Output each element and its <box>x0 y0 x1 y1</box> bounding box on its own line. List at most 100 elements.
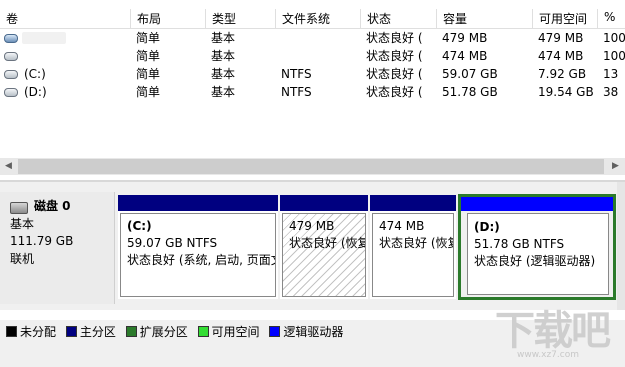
drive-icon <box>4 70 18 79</box>
column-label: 布局 <box>137 12 162 26</box>
disk-state: 联机 <box>10 251 35 266</box>
primary-partition-bar <box>370 195 456 211</box>
column-header-filesystem[interactable]: 文件系统 <box>276 9 361 29</box>
watermark-glyphs-icon: 下载吧 <box>495 308 611 354</box>
legend-label: 可用空间 <box>211 325 260 339</box>
table-row[interactable]: (C:) 简单 基本 NTFS 状态良好 ( 59.07 GB 7.92 GB … <box>0 65 625 83</box>
type-cell: 基本 <box>211 31 236 45</box>
watermark-logo: 下载吧 www.xz7.com <box>495 292 623 366</box>
legend-swatch <box>269 326 281 337</box>
legend-item-logical-drive: 逻辑驱动器 <box>269 323 343 340</box>
table-row[interactable]: 简单 基本 状态良好 ( 479 MB 479 MB 100 <box>0 29 625 47</box>
volume-name: (C:) <box>24 67 46 81</box>
disk-info-panel[interactable]: 磁盘 0 基本 111.79 GB 联机 <box>0 192 115 304</box>
column-label: 状态 <box>367 12 392 26</box>
partition-size: 479 MB <box>289 219 335 233</box>
percent-free-cell: 100 <box>603 49 625 63</box>
legend-item-primary: 主分区 <box>65 323 116 340</box>
percent-free-cell: 100 <box>603 31 625 45</box>
type-cell: 基本 <box>211 49 236 63</box>
legend-item-unallocated: 未分配 <box>6 323 56 340</box>
column-header-capacity[interactable]: 容量 <box>437 9 533 29</box>
capacity-cell: 474 MB <box>442 49 488 63</box>
type-cell: 基本 <box>211 67 236 81</box>
logical-drive-bar <box>461 197 613 211</box>
legend-swatch <box>125 326 137 337</box>
legend-swatch <box>197 326 209 337</box>
layout-cell: 简单 <box>136 85 161 99</box>
partition-recovery-2[interactable]: 474 MB 状态良好 (恢复 <box>370 195 456 299</box>
partition-size: 51.78 GB NTFS <box>474 237 565 251</box>
legend-item-extended: 扩展分区 <box>125 323 188 340</box>
legend-label: 主分区 <box>79 325 116 339</box>
layout-cell: 简单 <box>136 49 161 63</box>
partition-status: 状态良好 (恢复 <box>289 236 366 250</box>
column-header-percent-free[interactable]: % <box>598 9 625 29</box>
capacity-cell: 51.78 GB <box>442 85 498 99</box>
legend-label: 未分配 <box>20 325 57 339</box>
partition-status: 状态良好 (逻辑驱动器) <box>474 254 596 268</box>
disk-icon <box>10 202 28 214</box>
primary-partition-bar <box>118 195 278 211</box>
disk-size: 111.79 GB <box>10 234 74 248</box>
scroll-left-arrow-icon[interactable]: ◀ <box>0 158 17 175</box>
percent-free-cell: 38 <box>603 85 619 99</box>
drive-icon <box>4 52 18 61</box>
partition-size: 59.07 GB NTFS <box>127 236 218 250</box>
volume-name: (D:) <box>24 85 47 99</box>
partition-details: 479 MB 状态良好 (恢复 <box>282 213 366 297</box>
volume-name-blurred <box>22 32 66 44</box>
table-row[interactable]: 简单 基本 状态良好 ( 474 MB 474 MB 100 <box>0 47 625 65</box>
primary-partition-bar <box>280 195 368 211</box>
partition-title: (C:) <box>127 219 152 233</box>
scroll-right-arrow-icon[interactable]: ▶ <box>607 158 624 175</box>
disk-type: 基本 <box>10 216 35 231</box>
layout-cell: 简单 <box>136 67 161 81</box>
legend-swatch <box>65 326 77 337</box>
column-label: 类型 <box>212 12 237 26</box>
column-header-layout[interactable]: 布局 <box>131 9 206 29</box>
drive-icon <box>4 34 18 43</box>
volume-list[interactable]: 卷 布局 类型 文件系统 状态 容量 可用空间 % 简单 基本 状态良好 ( 4… <box>0 0 625 176</box>
partition-size: 474 MB <box>379 219 425 233</box>
free-space-cell: 474 MB <box>538 49 584 63</box>
partition-d[interactable]: (D:) 51.78 GB NTFS 状态良好 (逻辑驱动器) <box>467 213 609 295</box>
column-label: 可用空间 <box>539 12 588 26</box>
vertical-scrollbar[interactable] <box>617 182 625 310</box>
partition-title: (D:) <box>474 220 500 234</box>
free-space-cell: 7.92 GB <box>538 67 587 81</box>
column-header-volume[interactable]: 卷 <box>0 9 131 29</box>
status-cell: 状态良好 ( <box>366 67 423 81</box>
watermark-url: www.xz7.com <box>517 350 579 360</box>
legend-label: 扩展分区 <box>139 325 188 339</box>
column-header-free-space[interactable]: 可用空间 <box>533 9 598 29</box>
column-label: % <box>604 10 616 24</box>
status-cell: 状态良好 ( <box>366 31 423 45</box>
extended-partition[interactable]: (D:) 51.78 GB NTFS 状态良好 (逻辑驱动器) <box>458 194 616 300</box>
capacity-cell: 479 MB <box>442 31 488 45</box>
partition-c[interactable]: (C:) 59.07 GB NTFS 状态良好 (系统, 启动, 页面文 <box>118 195 278 299</box>
layout-cell: 简单 <box>136 31 161 45</box>
free-space-cell: 479 MB <box>538 31 584 45</box>
partition-recovery-1[interactable]: 479 MB 状态良好 (恢复 <box>280 195 368 299</box>
capacity-cell: 59.07 GB <box>442 67 498 81</box>
partition-status: 状态良好 (系统, 启动, 页面文 <box>127 253 276 267</box>
column-label: 文件系统 <box>282 12 331 26</box>
table-row[interactable]: (D:) 简单 基本 NTFS 状态良好 ( 51.78 GB 19.54 GB… <box>0 83 625 101</box>
horizontal-scrollbar[interactable]: ◀ ▶ <box>0 158 625 175</box>
legend-item-free-space: 可用空间 <box>197 323 260 340</box>
column-header-type[interactable]: 类型 <box>206 9 276 29</box>
partition-status: 状态良好 (恢复 <box>379 236 454 250</box>
column-label: 容量 <box>443 12 468 26</box>
status-cell: 状态良好 ( <box>366 49 423 63</box>
filesystem-cell: NTFS <box>281 85 312 99</box>
percent-free-cell: 13 <box>603 67 619 81</box>
drive-icon <box>4 88 18 97</box>
disk-graphical-view: 磁盘 0 基本 111.79 GB 联机 (C:) 59.07 GB NTFS … <box>0 180 625 310</box>
scrollbar-thumb[interactable] <box>18 159 604 174</box>
column-header-status[interactable]: 状态 <box>361 9 437 29</box>
filesystem-cell: NTFS <box>281 67 312 81</box>
partition-details: (C:) 59.07 GB NTFS 状态良好 (系统, 启动, 页面文 <box>120 213 276 297</box>
partition-details: 474 MB 状态良好 (恢复 <box>372 213 454 297</box>
status-cell: 状态良好 ( <box>366 85 423 99</box>
